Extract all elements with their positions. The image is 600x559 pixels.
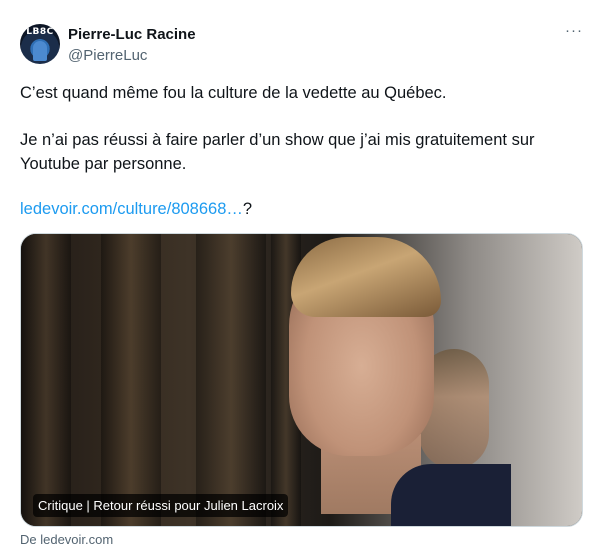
avatar-text: LB8C [26,27,54,37]
avatar-figure [33,41,47,61]
author-handle[interactable]: @PierreLuc [68,47,147,64]
tweet-header: LB8C Pierre-Luc Racine @PierreLuc ··· [20,23,590,68]
tweet-paragraph-2: Je n’ai pas réussi à faire parler d’un s… [20,131,535,173]
link-suffix: ? [242,200,253,218]
card-source[interactable]: De ledevoir.com [20,532,113,547]
tweet-text: C’est quand même fou la culture de la ve… [20,82,580,176]
card-caption: Critique | Retour réussi pour Julien Lac… [33,494,289,517]
link-preview-card[interactable]: Critique | Retour réussi pour Julien Lac… [20,233,583,527]
curtain-fold [21,234,71,526]
curtain-fold [196,234,266,526]
more-options-icon[interactable]: ··· [564,23,584,42]
person-shirt [391,464,511,526]
author-display-name[interactable]: Pierre-Luc Racine [68,26,196,43]
curtain-fold [101,234,161,526]
avatar[interactable]: LB8C [20,24,60,64]
tweet-link-line: ledevoir.com/culture/808668…? [20,198,252,222]
tweet-paragraph-1: C’est quand même fou la culture de la ve… [20,84,447,102]
article-link[interactable]: ledevoir.com/culture/808668… [20,200,243,218]
